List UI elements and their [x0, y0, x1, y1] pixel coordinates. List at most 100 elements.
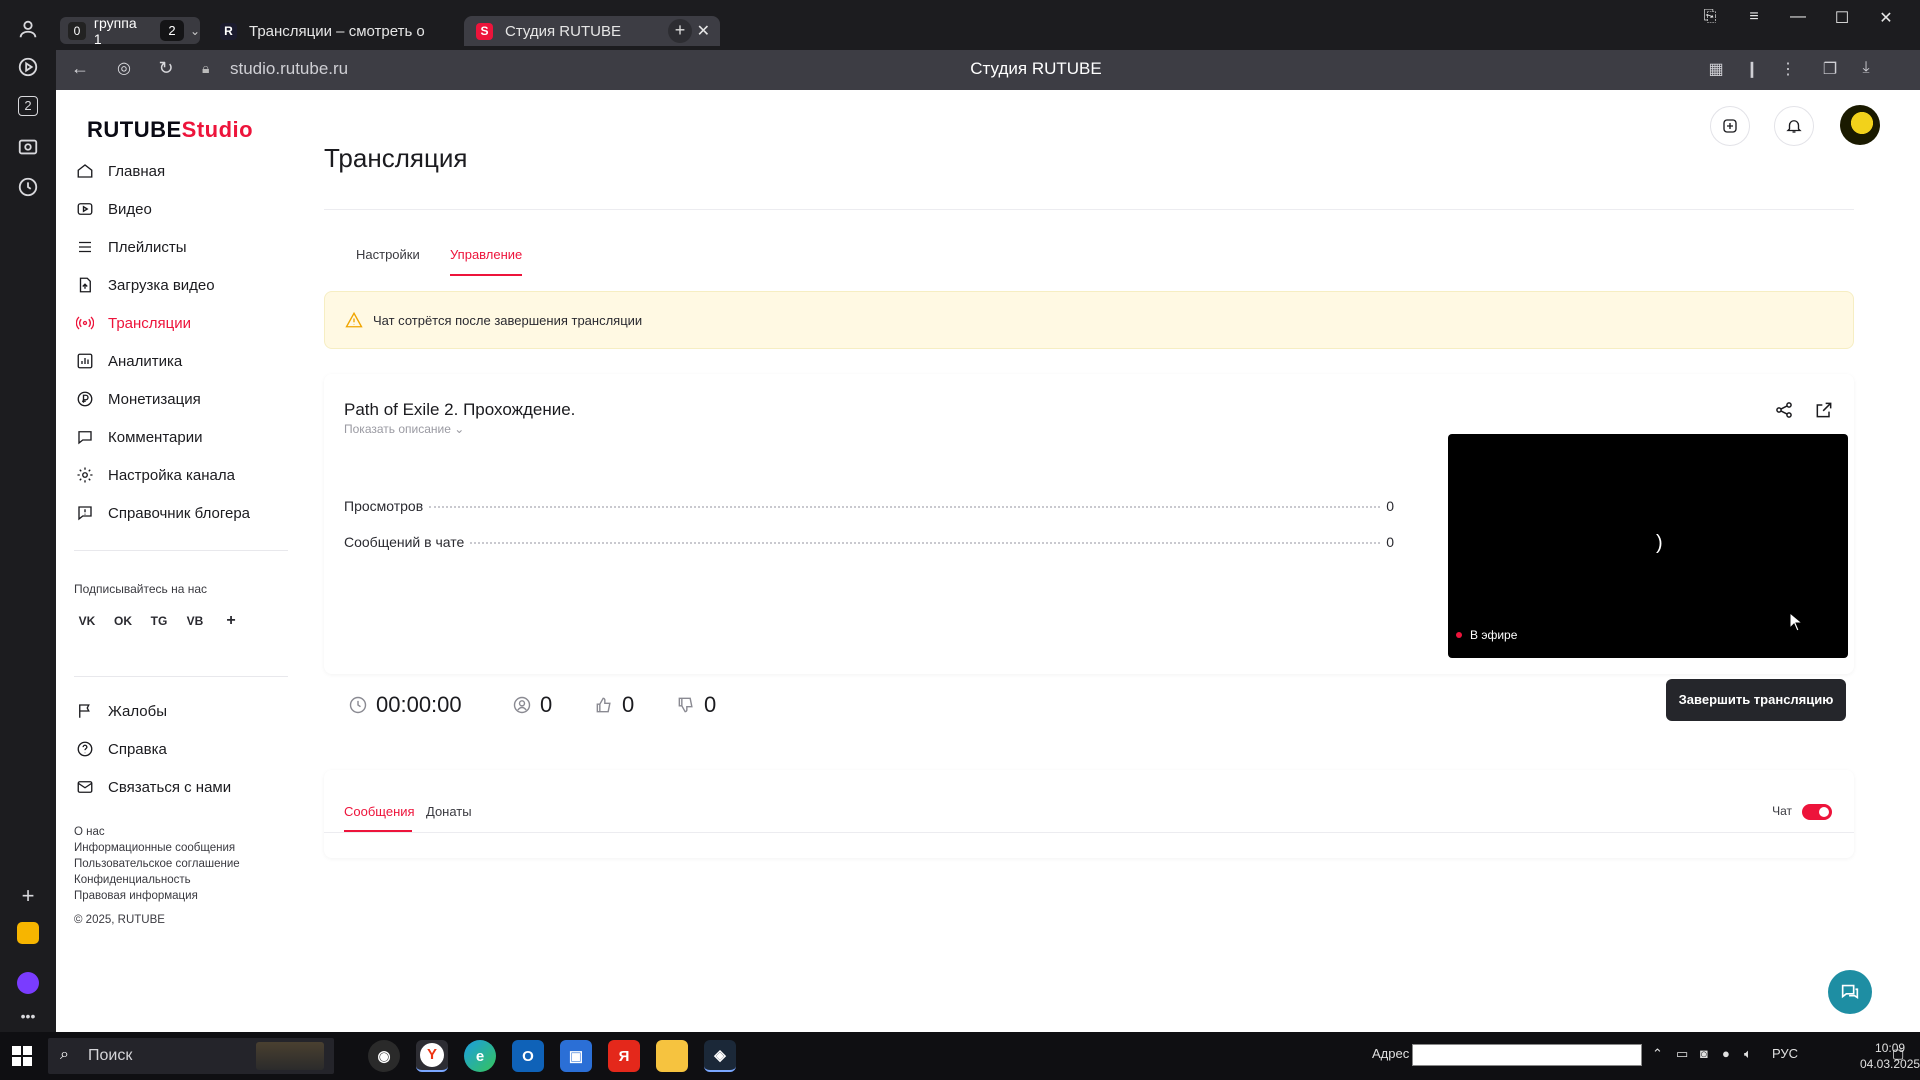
more-icon[interactable]: ••• [16, 1004, 40, 1028]
sidebar-item-help[interactable]: Справка [76, 734, 167, 764]
microphone-icon[interactable]: ● [1722, 1046, 1730, 1061]
sidebar-item-video[interactable]: Видео [76, 194, 152, 224]
more-vert-icon[interactable]: ⋮ [1776, 59, 1800, 79]
sidebar-item-channel-settings[interactable]: Настройка канала [76, 460, 235, 490]
loading-spinner-icon: ) [1656, 532, 1663, 554]
chat-toggle[interactable] [1802, 804, 1832, 820]
chevron-down-icon[interactable]: ⌄ [190, 24, 200, 38]
windows-start-icon[interactable] [12, 1046, 32, 1066]
chat-tabs-divider [324, 832, 1854, 833]
taskbar-app-steam-icon[interactable]: ◈ [704, 1040, 736, 1072]
tab-messages[interactable]: Сообщения [344, 804, 415, 819]
stat-chat-messages: Сообщений в чате 0 [344, 534, 1394, 550]
camera-icon[interactable]: ◙ [1700, 1046, 1708, 1061]
reload-icon[interactable]: ↻ [154, 58, 178, 79]
tab-group[interactable]: 0 группа 1 2 ⌄ [60, 15, 200, 47]
menu-icon[interactable]: ≡ [1742, 8, 1766, 26]
add-content-button[interactable] [1710, 106, 1750, 146]
support-chat-button[interactable] [1828, 970, 1872, 1014]
add-panel-icon[interactable]: + [16, 884, 40, 908]
tab-donations[interactable]: Донаты [426, 804, 472, 819]
browser-tab-strip: 0 группа 1 2 ⌄ R Трансляции – смотреть о… [56, 0, 1920, 50]
sidebar-item-comments[interactable]: Комментарии [76, 422, 202, 452]
vk-icon[interactable]: VK [76, 610, 98, 632]
telegram-icon[interactable]: TG [148, 610, 170, 632]
browser-tab-broadcasts[interactable]: R Трансляции – смотреть о [208, 16, 458, 46]
downloads-icon[interactable]: ⤓ [1854, 59, 1878, 77]
sidebar-item-home[interactable]: Главная [76, 156, 165, 186]
metric-dislikes: 0 [676, 692, 716, 718]
mail-app-icon[interactable] [17, 922, 39, 944]
taskbar-app-yandex-browser-icon[interactable]: Y [416, 1040, 448, 1072]
logo-suffix: Studio [181, 117, 254, 142]
sidebar-item-complaints[interactable]: Жалобы [76, 696, 167, 726]
footer-link-legal[interactable]: Правовая информация [74, 888, 240, 904]
sidebar-item-contact[interactable]: Связаться с нами [76, 772, 231, 802]
minimize-icon[interactable]: — [1786, 8, 1810, 26]
show-description-toggle[interactable]: Показать описание ⌄ [344, 422, 464, 436]
language-indicator[interactable]: РУС [1772, 1046, 1798, 1061]
clock[interactable]: 10:09 04.03.2025 [1860, 1040, 1920, 1072]
stream-preview-player[interactable]: ) В эфире [1448, 434, 1848, 658]
help-icon [76, 740, 94, 758]
sidebar-item-label: Комментарии [108, 428, 203, 446]
history-icon[interactable] [16, 176, 40, 200]
odnoklassniki-icon[interactable]: OK [112, 610, 134, 632]
tab-management[interactable]: Управление [450, 247, 522, 262]
screenshot-icon[interactable] [16, 136, 40, 160]
taskbar-app-yandex-icon[interactable]: Я [608, 1040, 640, 1072]
flag-icon [76, 702, 94, 720]
bookmarks-icon[interactable]: ⎘ [1698, 8, 1722, 26]
end-broadcast-button[interactable]: Завершить трансляцию [1666, 679, 1846, 721]
footer-link-about[interactable]: О нас [74, 824, 240, 840]
url-field[interactable]: studio.rutube.ru [230, 59, 348, 79]
new-tab-button[interactable]: + [668, 19, 692, 43]
taskbar-app-outlook-icon[interactable]: O [512, 1040, 544, 1072]
video-icon [76, 200, 94, 218]
footer-link-info[interactable]: Информационные сообщения [74, 840, 240, 856]
footer-link-privacy[interactable]: Конфиденциальность [74, 872, 240, 888]
sidebar-item-upload[interactable]: Загрузка видео [76, 270, 215, 300]
taskbar-app-obs-icon[interactable]: ◉ [368, 1040, 400, 1072]
avatar[interactable] [1840, 105, 1880, 145]
close-icon[interactable]: ✕ [697, 21, 710, 41]
play-circle-icon[interactable] [16, 56, 40, 80]
comments-icon [76, 428, 94, 446]
viber-icon[interactable]: VB [184, 610, 206, 632]
footer-link-terms[interactable]: Пользовательское соглашение [74, 856, 240, 872]
taskbar-app-store-icon[interactable]: ▣ [560, 1040, 592, 1072]
notifications-center-icon[interactable]: ▢ [1892, 1046, 1904, 1062]
taskbar-search[interactable]: ⌕ Поиск [48, 1038, 334, 1074]
metric-likes: 0 [594, 692, 634, 718]
back-icon[interactable]: ← [68, 58, 92, 79]
rutube-studio-logo[interactable]: RUTUBEStudio [87, 117, 253, 143]
collections-icon[interactable]: ❐ [1818, 59, 1842, 79]
sidebar-item-monetization[interactable]: Монетизация [76, 384, 201, 414]
extensions-icon[interactable]: ▦ [1704, 59, 1728, 79]
tray-expand-icon[interactable]: ⌃ [1652, 1046, 1663, 1062]
protect-icon[interactable]: ◎ [112, 58, 136, 78]
share-icon[interactable] [1774, 400, 1796, 422]
sidebar-item-analytics[interactable]: Аналитика [76, 346, 182, 376]
studio-favicon-icon: S [476, 22, 493, 40]
volume-icon[interactable]: 🔈︎ [1744, 1046, 1752, 1062]
sidebar-item-playlists[interactable]: Плейлисты [76, 232, 187, 262]
address-toolbar-input[interactable] [1412, 1044, 1642, 1066]
tab-settings[interactable]: Настройки [356, 247, 420, 262]
sidebar-item-broadcasts[interactable]: Трансляции [76, 308, 191, 338]
taskbar-app-edge-icon[interactable]: e [464, 1040, 496, 1072]
alice-icon[interactable] [17, 972, 39, 994]
notifications-button[interactable] [1774, 106, 1814, 146]
group-count: 0 [68, 21, 86, 40]
network-icon[interactable]: ▭ [1676, 1046, 1688, 1062]
tab-counter-icon[interactable]: 2 [18, 96, 38, 116]
taskbar-app-explorer-icon[interactable] [656, 1040, 688, 1072]
profile-icon[interactable] [16, 18, 40, 42]
metric-viewers: 0 [512, 692, 552, 718]
maximize-icon[interactable]: ☐ [1830, 8, 1854, 28]
sidebar-item-blogger-guide[interactable]: Справочник блогера [76, 498, 250, 528]
bookmark-icon[interactable]: ❙ [1740, 59, 1764, 79]
open-external-icon[interactable] [1814, 400, 1836, 422]
window-close-icon[interactable]: ✕ [1874, 8, 1898, 28]
more-socials-icon[interactable]: + [220, 610, 242, 632]
